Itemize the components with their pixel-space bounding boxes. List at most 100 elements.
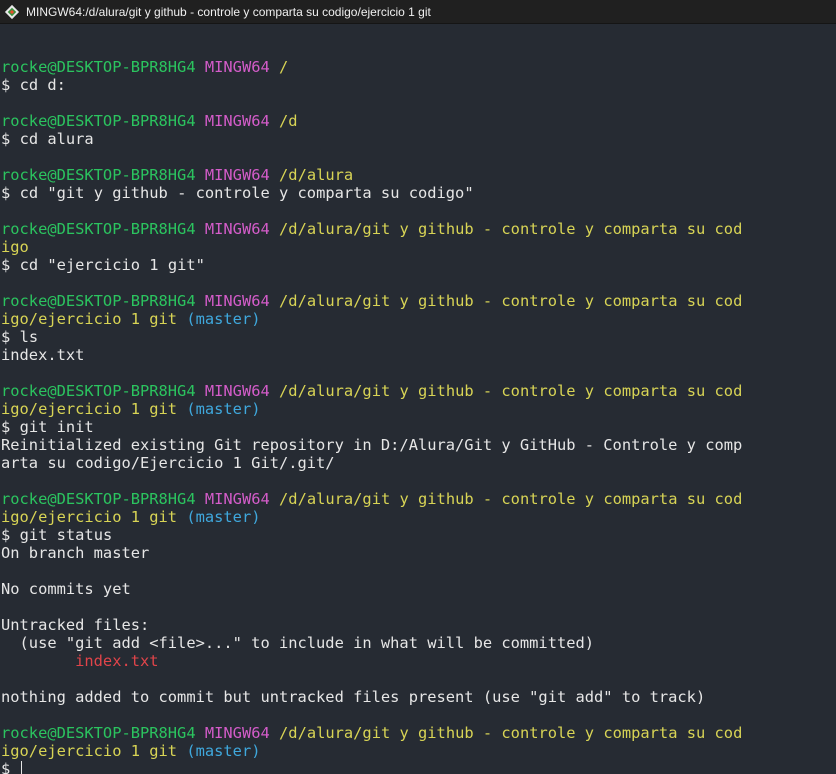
git-branch: (master) — [186, 310, 261, 328]
prompt-user-host: rocke@DESKTOP-BPR8HG4 — [1, 58, 196, 76]
prompt-user-host: rocke@DESKTOP-BPR8HG4 — [1, 382, 196, 400]
command-text: cd alura — [19, 130, 94, 148]
command-text: cd d: — [19, 76, 66, 94]
prompt-path: igo/ejercicio 1 git — [1, 508, 178, 526]
input-line[interactable]: $ — [1, 760, 836, 774]
prompt-line: rocke@DESKTOP-BPR8HG4 MINGW64 /d/alura/g… — [1, 724, 836, 742]
prompt-symbol: $ — [1, 418, 11, 436]
output-text: No commits yet — [1, 580, 131, 598]
prompt-symbol: $ — [1, 256, 11, 274]
command-text: git init — [19, 418, 94, 436]
prompt-line: rocke@DESKTOP-BPR8HG4 MINGW64 /d/alura/g… — [1, 220, 836, 238]
prompt-path: igo — [1, 238, 29, 256]
output-text: Reinitialized existing Git repository in… — [1, 436, 743, 454]
output-line: Reinitialized existing Git repository in… — [1, 436, 836, 454]
prompt-shell: MINGW64 — [204, 166, 270, 184]
command-text: ls — [19, 328, 39, 346]
command-line: $ ls — [1, 328, 836, 346]
window-title: MINGW64:/d/alura/git y github - controle… — [26, 4, 431, 19]
git-branch: (master) — [186, 742, 261, 760]
prompt-shell: MINGW64 — [204, 382, 270, 400]
prompt-shell: MINGW64 — [204, 58, 270, 76]
text-cursor[interactable] — [20, 761, 22, 774]
terminal-output[interactable]: rocke@DESKTOP-BPR8HG4 MINGW64 /$ cd d: r… — [0, 24, 836, 774]
command-line: $ cd "ejercicio 1 git" — [1, 256, 836, 274]
prompt-shell: MINGW64 — [204, 220, 270, 238]
prompt-path: /d/alura/git y github - controle y compa… — [279, 382, 743, 400]
output-text: Untracked files: — [1, 616, 150, 634]
command-text: cd "ejercicio 1 git" — [19, 256, 205, 274]
prompt-path: /d/alura — [279, 166, 354, 184]
command-line: $ git init — [1, 418, 836, 436]
output-line: No commits yet — [1, 580, 836, 598]
prompt-path: /d — [279, 112, 298, 130]
prompt-path-continuation: igo/ejercicio 1 git (master) — [1, 508, 836, 526]
prompt-line: rocke@DESKTOP-BPR8HG4 MINGW64 /d — [1, 112, 836, 130]
prompt-shell: MINGW64 — [204, 112, 270, 130]
prompt-user-host: rocke@DESKTOP-BPR8HG4 — [1, 292, 196, 310]
output-line: nothing added to commit but untracked fi… — [1, 688, 836, 706]
prompt-path: / — [279, 58, 289, 76]
prompt-line: rocke@DESKTOP-BPR8HG4 MINGW64 /d/alura/g… — [1, 490, 836, 508]
prompt-path: igo/ejercicio 1 git — [1, 400, 178, 418]
untracked-file-name: index.txt — [1, 652, 159, 670]
command-text: git status — [19, 526, 113, 544]
output-text: (use "git add <file>..." to include in w… — [1, 634, 595, 652]
git-branch: (master) — [186, 508, 261, 526]
prompt-user-host: rocke@DESKTOP-BPR8HG4 — [1, 724, 196, 742]
prompt-line: rocke@DESKTOP-BPR8HG4 MINGW64 / — [1, 58, 836, 76]
output-text: arta su codigo/Ejercicio 1 Git/.git/ — [1, 454, 335, 472]
output-line: Untracked files: — [1, 616, 836, 634]
prompt-symbol: $ — [1, 76, 11, 94]
output-text: nothing added to commit but untracked fi… — [1, 688, 706, 706]
prompt-path-continuation: igo/ejercicio 1 git (master) — [1, 400, 836, 418]
prompt-symbol: $ — [1, 130, 11, 148]
git-branch: (master) — [186, 400, 261, 418]
title-bar[interactable]: MINGW64:/d/alura/git y github - controle… — [0, 0, 836, 24]
prompt-symbol: $ — [1, 328, 11, 346]
prompt-shell: MINGW64 — [204, 724, 270, 742]
command-line: $ cd d: — [1, 76, 836, 94]
output-text: On branch master — [1, 544, 150, 562]
git-bash-icon — [4, 4, 20, 20]
prompt-path: igo/ejercicio 1 git — [1, 742, 178, 760]
prompt-line: rocke@DESKTOP-BPR8HG4 MINGW64 /d/alura — [1, 166, 836, 184]
prompt-path-continuation: igo — [1, 238, 836, 256]
prompt-path: /d/alura/git y github - controle y compa… — [279, 724, 743, 742]
prompt-user-host: rocke@DESKTOP-BPR8HG4 — [1, 112, 196, 130]
output-line: On branch master — [1, 544, 836, 562]
prompt-symbol: $ — [1, 526, 11, 544]
prompt-line: rocke@DESKTOP-BPR8HG4 MINGW64 /d/alura/g… — [1, 382, 836, 400]
prompt-user-host: rocke@DESKTOP-BPR8HG4 — [1, 220, 196, 238]
prompt-shell: MINGW64 — [204, 490, 270, 508]
command-line: $ cd alura — [1, 130, 836, 148]
prompt-path: /d/alura/git y github - controle y compa… — [279, 220, 743, 238]
prompt-symbol: $ — [1, 760, 11, 774]
prompt-path: /d/alura/git y github - controle y compa… — [279, 292, 743, 310]
prompt-shell: MINGW64 — [204, 292, 270, 310]
terminal-window: MINGW64:/d/alura/git y github - controle… — [0, 0, 836, 774]
command-line: $ git status — [1, 526, 836, 544]
prompt-path: /d/alura/git y github - controle y compa… — [279, 490, 743, 508]
prompt-user-host: rocke@DESKTOP-BPR8HG4 — [1, 166, 196, 184]
output-text: index.txt — [1, 346, 85, 364]
prompt-path-continuation: igo/ejercicio 1 git (master) — [1, 742, 836, 760]
prompt-path-continuation: igo/ejercicio 1 git (master) — [1, 310, 836, 328]
output-line: index.txt — [1, 346, 836, 364]
output-line: (use "git add <file>..." to include in w… — [1, 634, 836, 652]
prompt-path: igo/ejercicio 1 git — [1, 310, 178, 328]
output-line: arta su codigo/Ejercicio 1 Git/.git/ — [1, 454, 836, 472]
command-line: $ cd "git y github - controle y comparta… — [1, 184, 836, 202]
command-text: cd "git y github - controle y comparta s… — [19, 184, 474, 202]
